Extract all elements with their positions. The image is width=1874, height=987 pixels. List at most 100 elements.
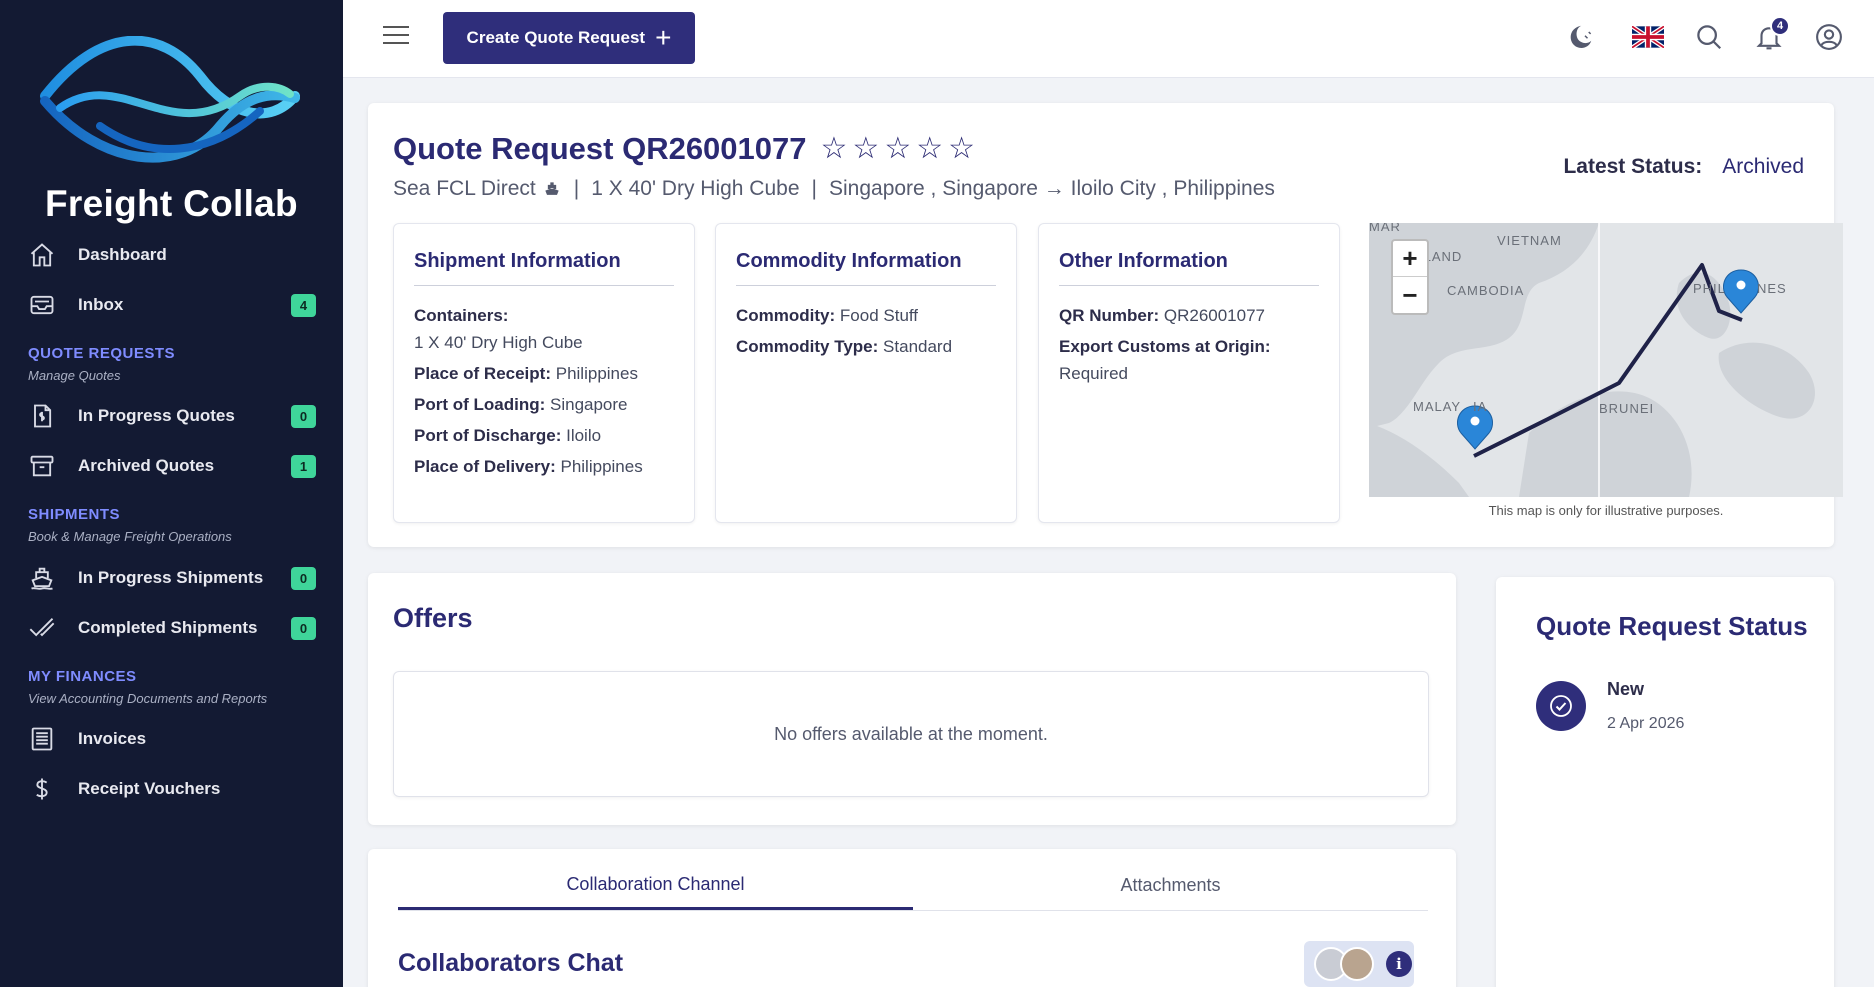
route-map[interactable]: MAR ILAND VIETNAM CAMBODIA PHIL NES MALA… xyxy=(1369,223,1843,497)
map-label: NES xyxy=(1757,281,1787,296)
user-account-icon[interactable] xyxy=(1814,22,1846,54)
export-customs-row: Export Customs at Origin: Required xyxy=(1059,333,1319,387)
map-label: MALAY xyxy=(1413,399,1462,414)
sidebar-item-label: Invoices xyxy=(78,729,147,748)
collaboration-card: Collaboration Channel Attachments Collab… xyxy=(368,849,1456,987)
info-icon[interactable]: i xyxy=(1386,951,1412,977)
archive-box-icon xyxy=(26,450,58,482)
sidebar-item-in-progress-quotes[interactable]: In Progress Quotes 0 xyxy=(26,396,316,436)
place-of-receipt-value: Philippines xyxy=(555,364,638,383)
commodity-value: Food Stuff xyxy=(839,306,919,325)
top-bar: Create Quote Request + 4 xyxy=(343,0,1874,78)
qr-number-value: QR26001077 xyxy=(1163,306,1265,325)
sidebar-item-label: Inbox xyxy=(78,295,124,314)
map-label: CAMBODIA xyxy=(1447,283,1525,298)
double-check-icon xyxy=(26,612,58,644)
commodity-type-label: Commodity Type: xyxy=(736,337,879,356)
sidebar-item-in-progress-shipments[interactable]: In Progress Shipments 0 xyxy=(26,558,316,598)
in-progress-quotes-badge: 0 xyxy=(291,404,316,428)
port-of-loading-label: Port of Loading: xyxy=(414,395,546,414)
containers-summary: 1 X 40' Dry High Cube xyxy=(591,177,800,200)
section-title-shipments: SHIPMENTS xyxy=(28,506,121,523)
status-event-date: 2 Apr 2026 xyxy=(1607,715,1685,732)
other-information-title: Other Information xyxy=(1059,250,1319,286)
commodity-information-box: Commodity Information Commodity: Food St… xyxy=(715,223,1017,523)
rating-stars: ☆ ☆ ☆ ☆ ☆ xyxy=(821,134,981,164)
quote-summary: Sea FCL Direct | 1 X 40' Dry High Cube |… xyxy=(393,177,1275,201)
map-label: MAR xyxy=(1369,223,1401,234)
plus-icon: + xyxy=(655,22,672,53)
place-of-delivery-label: Place of Delivery: xyxy=(414,457,556,476)
inbox-icon xyxy=(26,289,58,321)
tab-collaboration-channel[interactable]: Collaboration Channel xyxy=(398,861,913,910)
commodity-type-value: Standard xyxy=(883,337,953,356)
notifications-bell-icon[interactable]: 4 xyxy=(1754,16,1790,54)
inbox-count-badge: 4 xyxy=(291,293,316,317)
sidebar-item-completed-shipments[interactable]: Completed Shipments 0 xyxy=(26,608,316,648)
avatar xyxy=(1340,947,1374,981)
zoom-in-button[interactable]: + xyxy=(1393,241,1427,277)
uk-flag-icon[interactable] xyxy=(1630,22,1666,54)
star-1-icon[interactable]: ☆ xyxy=(821,134,848,164)
dollar-icon xyxy=(26,773,58,805)
status-event-name: New xyxy=(1607,679,1645,699)
commodity-information-title: Commodity Information xyxy=(736,250,996,286)
star-3-icon[interactable]: ☆ xyxy=(884,134,911,164)
section-title-quote-requests: QUOTE REQUESTS xyxy=(28,345,176,362)
map-label: IA xyxy=(1473,399,1488,414)
map-zoom-controls: + − xyxy=(1391,239,1429,315)
place-of-receipt-row: Place of Receipt: Philippines xyxy=(414,360,674,387)
sidebar-item-label: In Progress Quotes xyxy=(78,406,235,425)
map-caption: This map is only for illustrative purpos… xyxy=(1488,503,1724,518)
dollar-document-icon xyxy=(26,400,58,432)
menu-toggle-icon[interactable] xyxy=(383,26,409,50)
sidebar-item-inbox[interactable]: Inbox 4 xyxy=(26,285,316,325)
star-4-icon[interactable]: ☆ xyxy=(916,134,943,164)
collaboration-tabs: Collaboration Channel Attachments xyxy=(398,861,1428,911)
star-5-icon[interactable]: ☆ xyxy=(948,134,975,164)
map-canvas xyxy=(1369,223,1843,497)
quote-details-card: Quote Request QR26001077 ☆ ☆ ☆ ☆ ☆ Sea F… xyxy=(368,103,1843,547)
separator: | xyxy=(573,177,580,200)
zoom-out-button[interactable]: − xyxy=(1393,277,1427,313)
ship-icon xyxy=(545,182,559,195)
place-of-delivery-value: Philippines xyxy=(560,457,643,476)
containers-value: 1 X 40' Dry High Cube xyxy=(414,333,583,352)
search-icon[interactable] xyxy=(1694,22,1726,54)
sidebar: Freight Collab Dashboard Inbox 4 QUOTE R… xyxy=(0,0,343,987)
quote-request-status-card: Quote Request Status New 2 Apr 2026 xyxy=(1496,577,1834,987)
page-title: Quote Request QR26001077 ☆ ☆ ☆ ☆ ☆ xyxy=(393,131,980,167)
shipment-information-box: Shipment Information Containers: 1 X 40'… xyxy=(393,223,695,523)
collaborators-avatars[interactable]: i xyxy=(1304,941,1414,987)
create-quote-request-label: Create Quote Request xyxy=(466,28,646,47)
map-label: VIETNAM xyxy=(1497,233,1562,248)
export-customs-value: Required xyxy=(1059,364,1128,383)
moon-theme-icon[interactable] xyxy=(1565,22,1597,54)
commodity-label: Commodity: xyxy=(736,306,836,325)
tab-attachments[interactable]: Attachments xyxy=(913,861,1428,910)
commodity-type-row: Commodity Type: Standard xyxy=(736,333,996,360)
map-label: BRUNEI xyxy=(1599,401,1655,416)
place-of-delivery-row: Place of Delivery: Philippines xyxy=(414,453,674,480)
quote-title: Quote Request QR26001077 xyxy=(393,131,807,166)
status-check-icon xyxy=(1536,681,1586,731)
sidebar-item-label: Receipt Vouchers xyxy=(78,779,221,798)
sidebar-item-archived-quotes[interactable]: Archived Quotes 1 xyxy=(26,446,316,486)
completed-shipments-badge: 0 xyxy=(291,616,316,640)
sidebar-item-receipt-vouchers[interactable]: Receipt Vouchers xyxy=(26,769,316,809)
create-quote-request-button[interactable]: Create Quote Request + xyxy=(443,12,695,64)
place-of-receipt-label: Place of Receipt: xyxy=(414,364,551,383)
sidebar-item-invoices[interactable]: Invoices xyxy=(26,719,316,759)
section-subtitle-shipments: Book & Manage Freight Operations xyxy=(28,529,232,544)
quote-request-status-title: Quote Request Status xyxy=(1536,611,1808,641)
star-2-icon[interactable]: ☆ xyxy=(852,134,879,164)
latest-status-label: Latest Status: xyxy=(1563,155,1703,178)
section-subtitle-my-finances: View Accounting Documents and Reports xyxy=(28,691,268,706)
port-of-discharge-value: Iloilo xyxy=(566,426,602,445)
offers-card: Offers No offers available at the moment… xyxy=(368,573,1456,825)
route-summary: Singapore , Singapore → Iloilo City , Ph… xyxy=(828,177,1275,200)
home-icon xyxy=(26,239,58,271)
sidebar-item-dashboard[interactable]: Dashboard xyxy=(26,235,316,275)
port-of-discharge-row: Port of Discharge: Iloilo xyxy=(414,422,674,449)
sidebar-item-label: Completed Shipments xyxy=(78,618,258,637)
